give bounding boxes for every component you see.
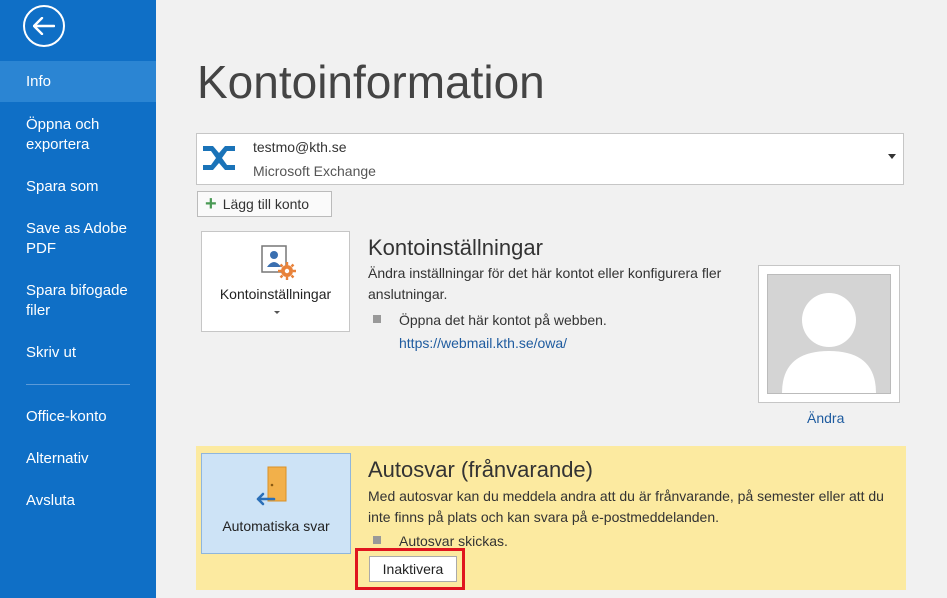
nav-info[interactable]: Info <box>0 61 156 102</box>
auto-reply-title: Autosvar (frånvarande) <box>368 457 593 482</box>
avatar <box>767 274 891 394</box>
automatic-replies-button[interactable]: Automatiska svar <box>201 453 351 554</box>
nav-exit[interactable]: Avsluta <box>0 491 156 511</box>
auto-reply-door-icon <box>256 466 287 506</box>
nav-save-as[interactable]: Spara som <box>0 177 156 197</box>
nav-save-as-adobe-pdf[interactable]: Save as Adobe PDF <box>0 219 140 259</box>
nav-office-account[interactable]: Office-konto <box>0 407 156 427</box>
nav-open-export[interactable]: Öppna och exportera <box>0 115 120 155</box>
plus-icon: + <box>205 193 217 215</box>
account-type: Microsoft Exchange <box>253 163 376 179</box>
account-settings-button[interactable]: Kontoinställningar <box>201 231 350 332</box>
deactivate-button[interactable]: Inaktivera <box>369 556 457 582</box>
nav-options[interactable]: Alternativ <box>0 449 156 469</box>
account-settings-icon <box>261 245 296 280</box>
profile-photo[interactable] <box>758 265 900 403</box>
dropdown-caret-icon <box>888 154 896 159</box>
backstage-sidebar: Info Öppna och exportera Spara som Save … <box>0 0 156 598</box>
account-settings-title: Kontoinställningar <box>368 235 543 260</box>
back-arrow-icon <box>33 17 55 35</box>
account-settings-description: Ändra inställningar för det här kontot e… <box>368 265 722 302</box>
page-title: Kontoinformation <box>197 56 545 108</box>
nav-print[interactable]: Skriv ut <box>0 343 156 363</box>
change-photo-link[interactable]: Ändra <box>807 410 844 426</box>
account-selector[interactable]: testmo@kth.se Microsoft Exchange <box>196 133 904 185</box>
open-web-text: Öppna det här kontot på webben. <box>399 312 607 328</box>
sidebar-divider <box>26 384 130 385</box>
person-placeholder-icon <box>782 293 876 393</box>
auto-reply-status-text: Autosvar skickas. <box>399 533 508 549</box>
chevron-down-icon <box>274 311 280 314</box>
back-button[interactable] <box>23 5 65 47</box>
exchange-logo-icon <box>201 140 237 176</box>
automatic-replies-button-label: Automatiska svar <box>222 518 330 534</box>
add-account-button[interactable]: + Lägg till konto <box>197 191 332 217</box>
bullet-icon <box>373 315 381 323</box>
account-email: testmo@kth.se <box>253 139 347 155</box>
bullet-icon <box>373 536 381 544</box>
nav-save-attachments[interactable]: Spara bifogade filer <box>0 281 145 321</box>
auto-reply-description: Med autosvar kan du meddela andra att du… <box>368 488 884 525</box>
account-settings-button-label: Kontoinställningar <box>219 286 332 302</box>
webmail-link[interactable]: https://webmail.kth.se/owa/ <box>399 335 567 351</box>
